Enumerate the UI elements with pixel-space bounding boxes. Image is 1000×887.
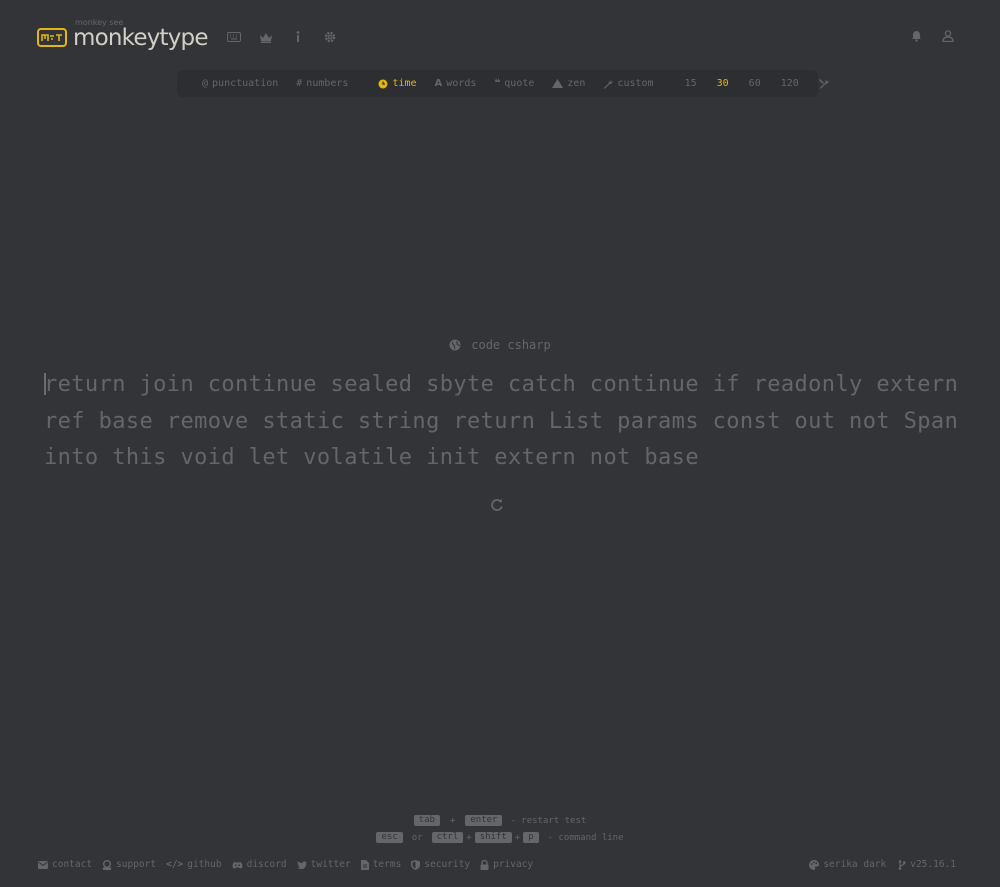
terms-label: terms [372, 859, 402, 870]
contact-label: contact [52, 859, 93, 870]
key-esc: esc [376, 832, 403, 843]
punctuation-label: punctuation [212, 78, 279, 89]
support-link[interactable]: support [102, 859, 156, 870]
header: monkey see monkeytype [37, 14, 346, 54]
key-tab: tab [413, 815, 440, 826]
keyboard-hints: tab + enter - restart test esc or ctrl +… [0, 812, 1000, 846]
github-link[interactable]: </> github [166, 859, 222, 870]
discord-icon [232, 861, 242, 868]
keyboard-logo-icon[interactable] [37, 27, 67, 47]
twitter-icon [296, 860, 307, 869]
tools-icon [818, 79, 829, 89]
key-ctrl: ctrl [431, 832, 464, 843]
words-display[interactable]: return join continue sealed sbyte catch … [44, 367, 964, 477]
key-p: p [523, 832, 539, 843]
logo-title: monkeytype [73, 25, 209, 51]
mode-quote[interactable]: ❝ quote [485, 78, 543, 89]
quote-icon: ❝ [494, 78, 501, 89]
mode-time[interactable]: time [369, 78, 425, 89]
punctuation-toggle[interactable]: @ punctuation [193, 78, 287, 89]
custom-duration-button[interactable] [809, 78, 838, 89]
version-button[interactable]: v25.16.1 [898, 859, 956, 870]
lock-icon [480, 859, 489, 870]
donate-icon [103, 859, 112, 870]
at-icon: @ [202, 78, 209, 89]
theme-button[interactable]: serika dark [809, 859, 886, 870]
discord-label: discord [246, 859, 287, 870]
terms-link[interactable]: terms [360, 859, 402, 870]
duration-60[interactable]: 60 [739, 78, 771, 89]
security-link[interactable]: security [411, 859, 470, 870]
top-nav [218, 25, 346, 49]
mode-words[interactable]: A words [426, 78, 486, 89]
plus-sign: + [466, 832, 472, 843]
font-icon: A [434, 78, 443, 89]
keyboard-icon[interactable] [218, 25, 250, 49]
plus-sign: + [449, 815, 456, 826]
gear-icon[interactable] [314, 25, 346, 49]
twitter-link[interactable]: twitter [296, 859, 351, 870]
numbers-toggle[interactable]: # numbers [287, 78, 357, 89]
command-hint-label: - command line [547, 832, 624, 843]
mode-time-label: time [392, 78, 417, 89]
info-icon[interactable] [282, 25, 314, 49]
test-config-bar: @ punctuation # numbers time A words ❝ q… [177, 70, 829, 97]
mode-words-label: words [446, 78, 477, 89]
mode-zen-label: zen [567, 78, 586, 89]
key-shift: shift [474, 832, 512, 843]
discord-link[interactable]: discord [232, 859, 287, 870]
plus-sign: + [514, 832, 521, 843]
restart-icon [491, 498, 503, 511]
hash-icon: # [296, 78, 303, 89]
document-icon [360, 859, 369, 870]
command-line-hint: esc or ctrl + shift + p - command line [0, 829, 1000, 846]
bell-icon[interactable] [906, 24, 926, 48]
restart-hint: tab + enter - restart test [0, 812, 1000, 829]
palette-icon [809, 859, 820, 870]
duration-30[interactable]: 30 [707, 78, 739, 89]
duration-120[interactable]: 120 [771, 78, 809, 89]
mode-custom[interactable]: custom [594, 78, 662, 89]
clock-icon [378, 79, 388, 88]
privacy-label: privacy [493, 859, 534, 870]
shield-icon [411, 859, 421, 870]
footer-meta: serika dark v25.16.1 [809, 859, 956, 870]
version-label: v25.16.1 [910, 859, 956, 870]
language-label: code csharp [471, 338, 551, 352]
contact-link[interactable]: contact [38, 859, 92, 870]
branch-icon [898, 859, 906, 870]
numbers-label: numbers [306, 78, 349, 89]
mode-custom-label: custom [617, 78, 654, 89]
security-label: security [424, 859, 471, 870]
mountain-icon [552, 79, 564, 88]
restart-hint-label: - restart test [510, 815, 587, 826]
key-enter: enter [465, 815, 503, 826]
code-icon: </> [166, 859, 184, 870]
footer-links: contact support </> github discord twitt… [38, 859, 533, 870]
theme-label: serika dark [823, 859, 887, 870]
or-text: or [411, 832, 423, 843]
logo-subtitle: monkey see [75, 18, 124, 27]
restart-button[interactable] [489, 497, 505, 513]
mode-zen[interactable]: zen [543, 78, 594, 89]
duration-15[interactable]: 15 [675, 78, 707, 89]
privacy-link[interactable]: privacy [480, 859, 533, 870]
user-icon[interactable] [938, 24, 958, 48]
twitter-label: twitter [310, 859, 351, 870]
crown-icon[interactable] [250, 25, 282, 49]
globe-icon [449, 339, 461, 351]
mode-quote-label: quote [504, 78, 535, 89]
envelope-icon [38, 860, 48, 869]
wrench-icon [604, 79, 613, 89]
account-nav [906, 24, 958, 48]
logo[interactable]: monkey see monkeytype [73, 17, 209, 51]
language-selector[interactable]: code csharp [0, 338, 1000, 352]
github-label: github [187, 859, 222, 870]
support-label: support [116, 859, 157, 870]
